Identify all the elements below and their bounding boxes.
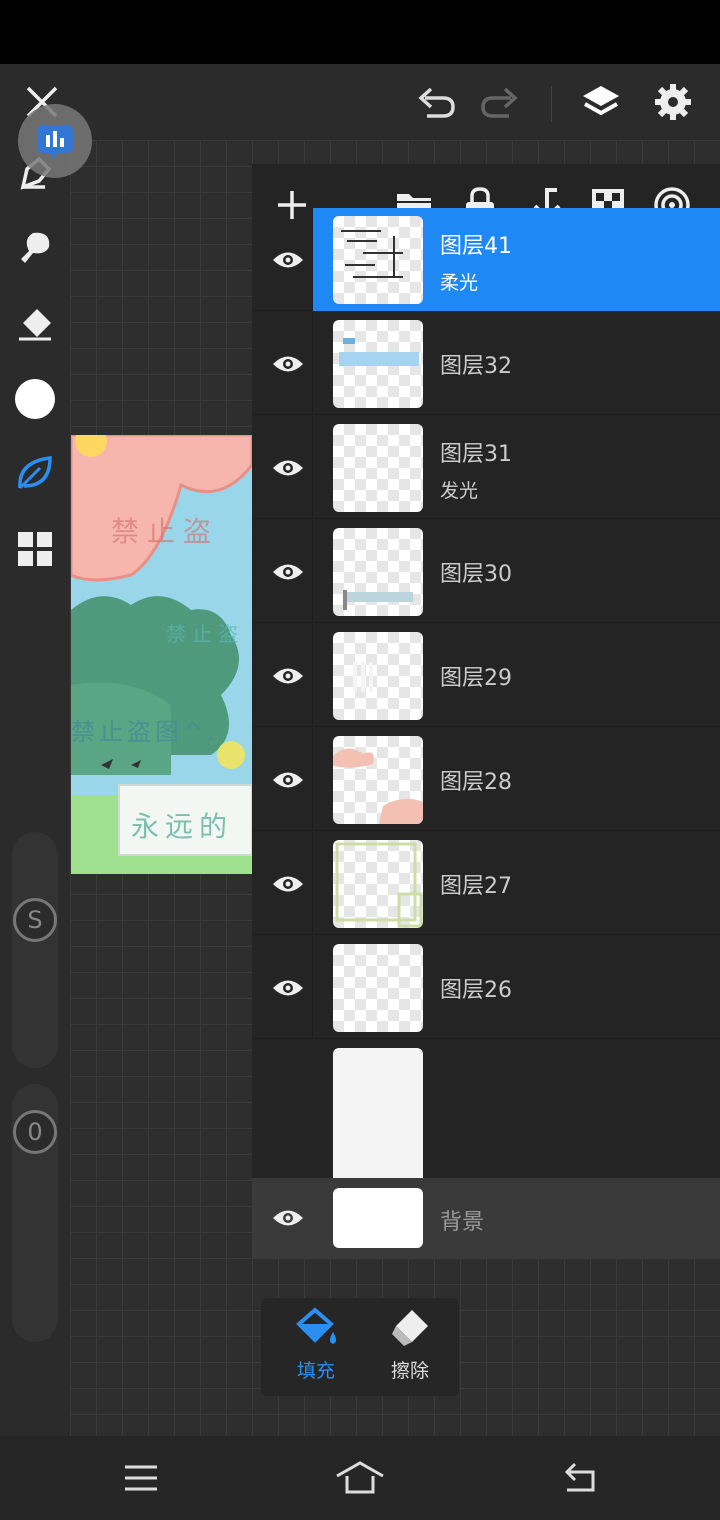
watermark-text-3: 禁止盗图^.: [71, 718, 219, 746]
color-swatch[interactable]: [12, 376, 58, 422]
fill-button[interactable]: 填充: [271, 1306, 361, 1388]
eye-icon[interactable]: [264, 654, 312, 698]
left-toolbar: S 0: [0, 140, 70, 1436]
layer-row[interactable]: 图层30: [252, 520, 720, 623]
toolbar-divider: [551, 86, 552, 122]
layer-body[interactable]: 图层31 发光: [313, 416, 720, 519]
paint-bucket-icon: [296, 1307, 336, 1344]
smudge-icon[interactable]: [12, 224, 58, 270]
layer-thumbnail: [333, 840, 423, 928]
watermark-text-2: 禁止盗: [166, 622, 244, 646]
layer-row[interactable]: 图层31 发光: [252, 416, 720, 519]
erase-fill-button[interactable]: 擦除: [365, 1306, 455, 1388]
layer-name: 图层30: [440, 562, 512, 587]
chat-chart-icon: [37, 125, 73, 159]
layer-thumbnail: [333, 1188, 423, 1248]
eye-icon[interactable]: [264, 862, 312, 906]
eye-icon[interactable]: [264, 446, 312, 490]
layer-thumbnail: [333, 736, 423, 824]
layer-blend-mode: 发光: [440, 480, 479, 502]
layer-name: 图层41: [440, 234, 512, 259]
fill-tool-popup: 填充 擦除: [261, 1298, 459, 1396]
layer-body[interactable]: 图层29: [313, 624, 720, 727]
opacity-knob[interactable]: 0: [13, 1110, 57, 1154]
eraser-icon: [392, 1310, 428, 1346]
layer-row[interactable]: 图层28: [252, 728, 720, 831]
settings-icon[interactable]: [651, 80, 695, 124]
layer-name: 图层31: [440, 442, 512, 467]
system-navigation-bar: [0, 1436, 720, 1520]
eye-icon[interactable]: [264, 1196, 312, 1240]
layer-name: 图层26: [440, 978, 512, 1003]
layer-row[interactable]: 图层27: [252, 832, 720, 935]
fill-label: 填充: [296, 1360, 335, 1382]
layer-thumbnail: [333, 632, 423, 720]
eye-icon[interactable]: [264, 966, 312, 1010]
layer-name: 图层28: [440, 770, 512, 795]
layer-body[interactable]: 图层41 柔光: [313, 208, 720, 311]
layer-thumbnail: [333, 424, 423, 512]
eye-icon[interactable]: [264, 758, 312, 802]
eye-icon[interactable]: [264, 550, 312, 594]
erase-label: 擦除: [390, 1360, 429, 1382]
layer-name: 图层29: [440, 666, 512, 691]
eye-icon[interactable]: [264, 238, 312, 282]
layer-thumbnail: [333, 528, 423, 616]
layer-body[interactable]: 图层28: [313, 728, 720, 831]
brush-size-slider[interactable]: [12, 832, 58, 1068]
layer-blend-mode: 柔光: [440, 272, 479, 294]
grid-tool-icon[interactable]: [12, 526, 58, 572]
sign-text: 永远的: [131, 810, 234, 843]
eraser-icon[interactable]: [12, 300, 58, 346]
watermark-text-1: 禁止盗: [111, 515, 220, 548]
top-toolbar: [0, 64, 720, 140]
layer-row[interactable]: 图层41 柔光: [252, 208, 720, 311]
layer-name: 图层27: [440, 874, 512, 899]
layers-panel: 图层41 柔光图层32 图层31 发光图层30 图层29 图层28 图层27 图层26 背景: [252, 164, 720, 1258]
layer-thumbnail: [333, 320, 423, 408]
layer-thumbnail: [333, 216, 423, 304]
layer-row[interactable]: 图层29: [252, 624, 720, 727]
layers-icon[interactable]: [579, 80, 623, 124]
home-icon[interactable]: [335, 1456, 385, 1500]
layer-thumbnail: [333, 1048, 423, 1178]
back-icon[interactable]: [554, 1456, 604, 1500]
background-layer-name: 背景: [440, 1210, 485, 1235]
redo-icon[interactable]: [478, 80, 522, 124]
brush-size-knob[interactable]: S: [13, 898, 57, 942]
layer-name: 图层32: [440, 354, 512, 379]
leaf-brush-icon[interactable]: [12, 450, 58, 496]
eye-icon[interactable]: [264, 342, 312, 386]
floating-assistant-bubble[interactable]: [18, 104, 92, 178]
layer-body[interactable]: 图层27: [313, 832, 720, 935]
layer-body[interactable]: 图层30: [313, 520, 720, 623]
layer-body[interactable]: 图层32: [313, 312, 720, 415]
artwork-canvas[interactable]: 禁止盗 禁止盗 禁止盗图^. 永远的: [71, 435, 252, 874]
layer-body[interactable]: 图层26: [313, 936, 720, 1039]
background-layer-row[interactable]: 背景: [252, 1178, 720, 1258]
layer-row[interactable]: 图层32: [252, 312, 720, 415]
drawing-app: 禁止盗 禁止盗 禁止盗图^. 永远的 S 0 图层41 柔光 图层32 图层31…: [0, 64, 720, 1436]
status-bar: [0, 0, 720, 64]
undo-icon[interactable]: [414, 80, 458, 124]
menu-icon[interactable]: [116, 1456, 166, 1500]
layer-row[interactable]: 图层26: [252, 936, 720, 1039]
layer-thumbnail: [333, 944, 423, 1032]
